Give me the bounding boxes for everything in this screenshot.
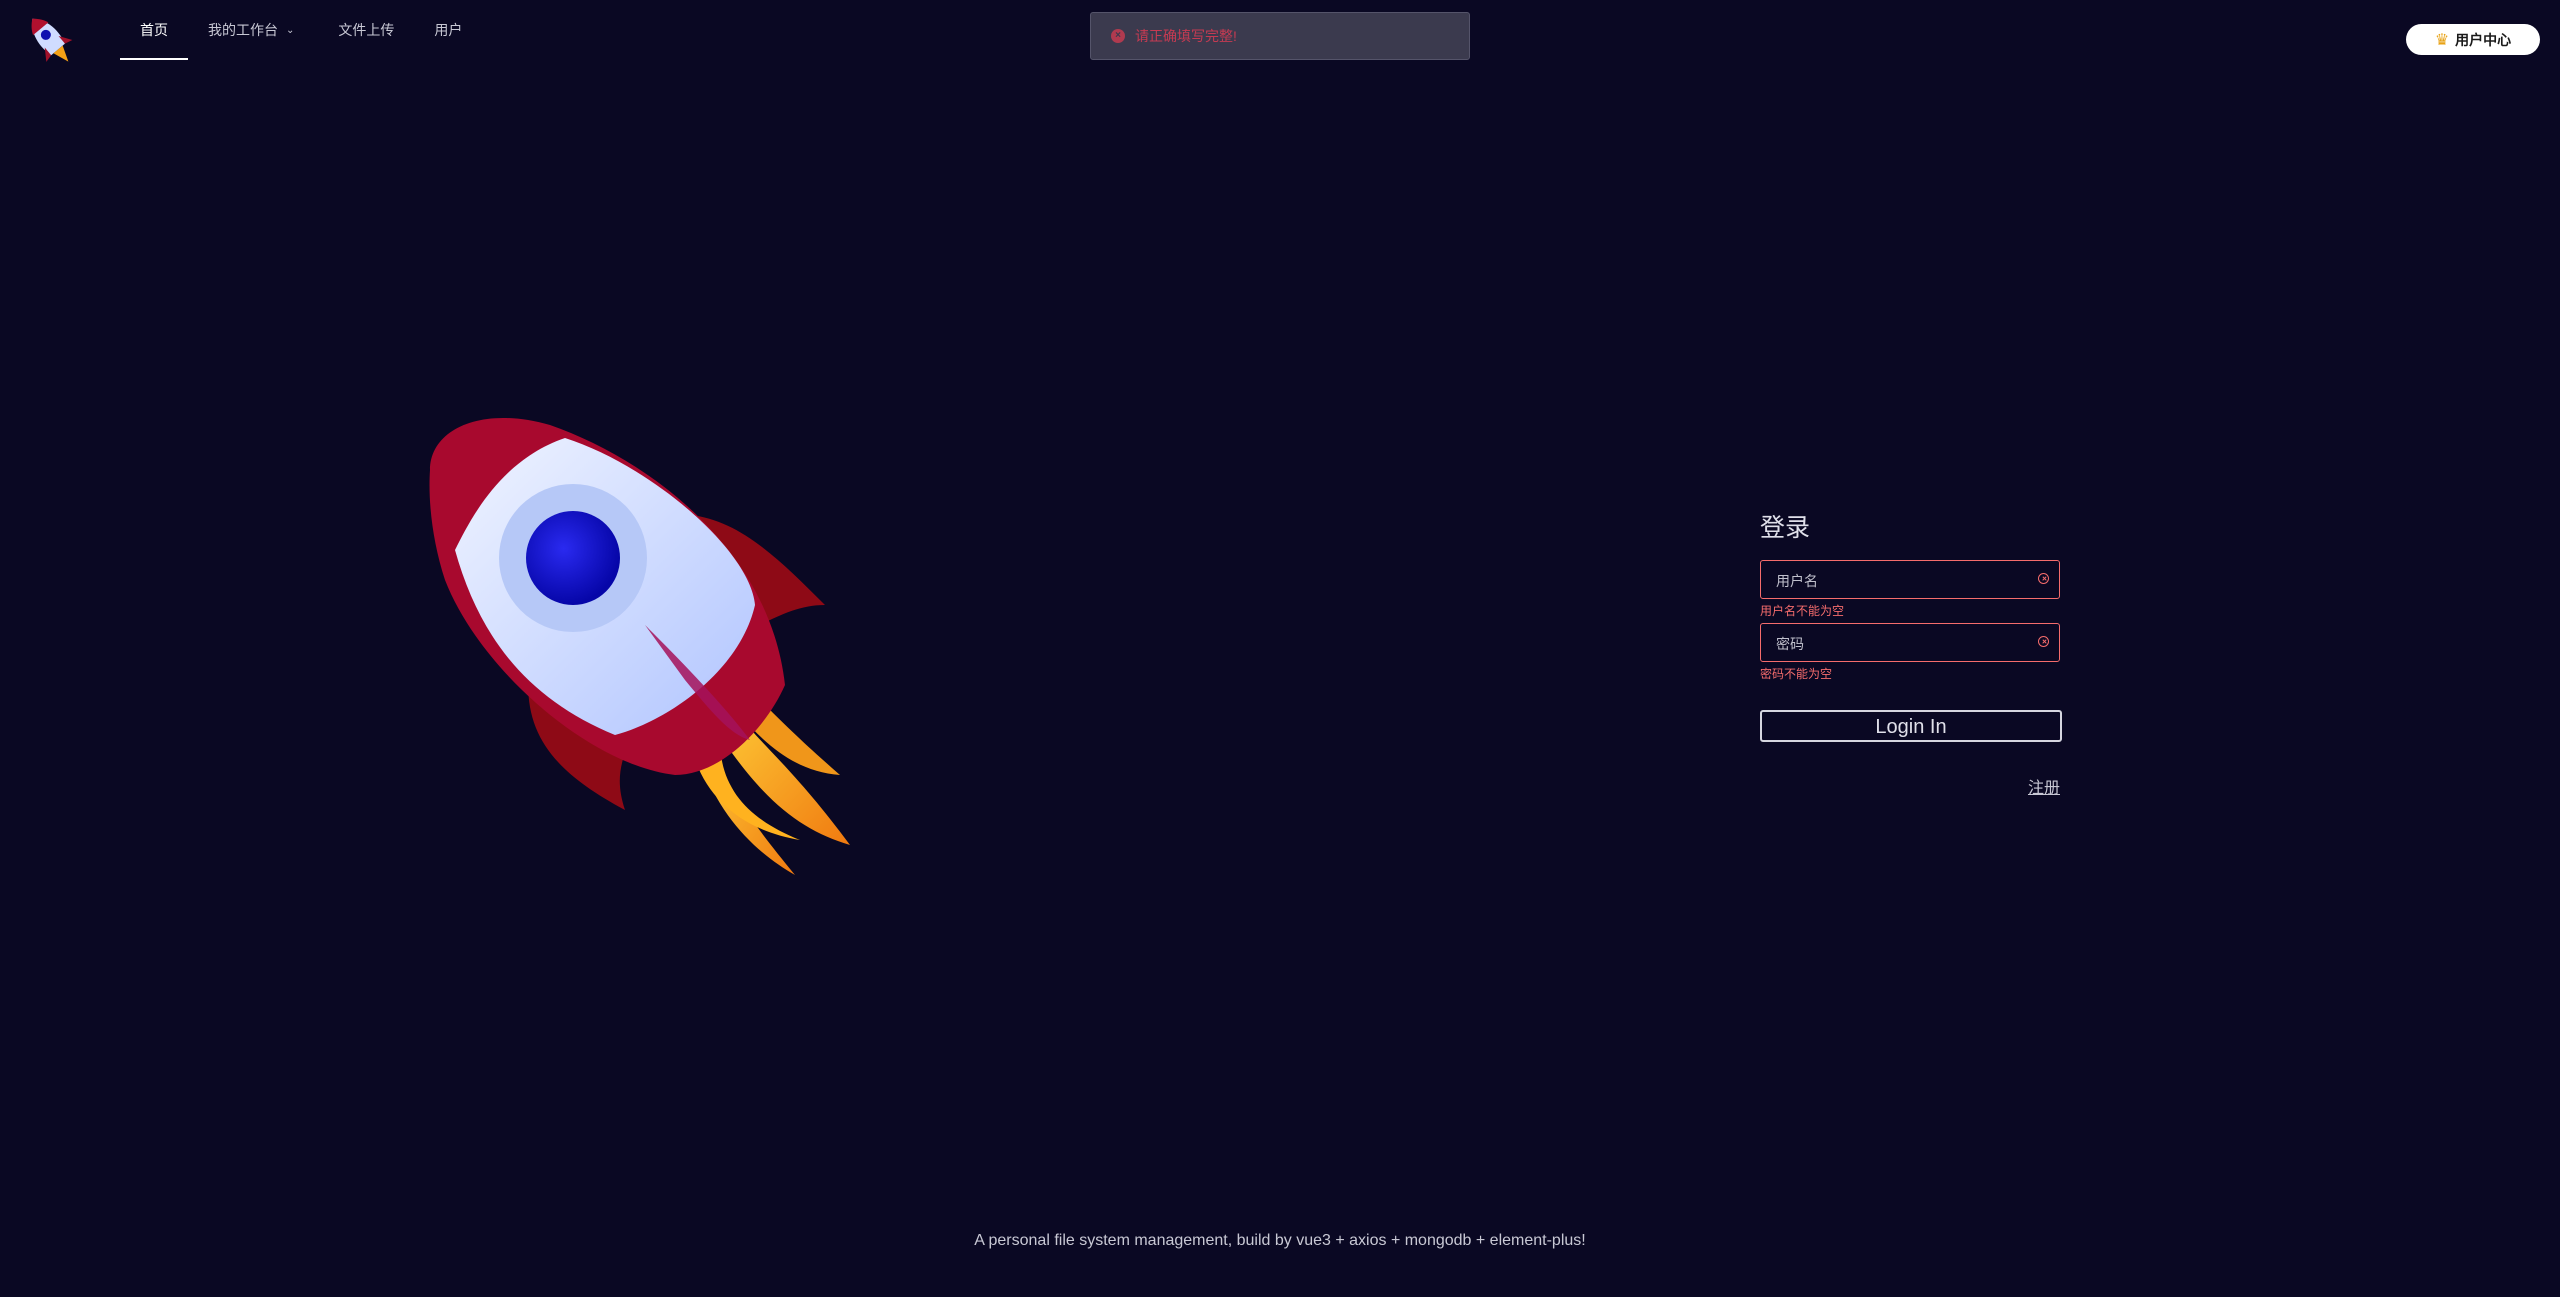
clear-circle-icon[interactable] xyxy=(2038,573,2049,584)
nav-item-home[interactable]: 首页 xyxy=(120,0,188,60)
top-header: 首页 我的工作台 ⌄ 文件上传 用户 × 请正确填写完整! ♛ 用户中心 xyxy=(0,0,2560,62)
password-error: 密码不能为空 xyxy=(1760,667,1833,681)
login-form: 登录 用户名不能为空 密码不能为空 Login In 注册 xyxy=(1760,510,2062,798)
chevron-down-icon: ⌄ xyxy=(286,25,295,37)
user-center-button[interactable]: ♛ 用户中心 xyxy=(2406,24,2540,55)
rocket-illustration xyxy=(429,417,850,875)
main-nav: 首页 我的工作台 ⌄ 文件上传 用户 xyxy=(120,0,482,60)
register-link[interactable]: 注册 xyxy=(1760,774,2062,798)
password-input[interactable] xyxy=(1761,624,2038,663)
crown-icon: ♛ xyxy=(2434,31,2450,49)
nav-item-user[interactable]: 用户 xyxy=(414,0,482,60)
username-field-wrapper xyxy=(1760,560,2060,600)
error-circle-icon: × xyxy=(1111,29,1125,43)
nav-item-workspace[interactable]: 我的工作台 ⌄ xyxy=(188,0,318,60)
error-toast: × 请正确填写完整! xyxy=(1090,12,1470,60)
username-error: 用户名不能为空 xyxy=(1760,604,1845,618)
user-center-label: 用户中心 xyxy=(2455,31,2512,48)
rocket-logo-icon[interactable] xyxy=(18,8,84,74)
toast-message: 请正确填写完整! xyxy=(1135,28,1237,44)
login-title: 登录 xyxy=(1760,514,1811,542)
nav-item-upload[interactable]: 文件上传 xyxy=(318,0,414,60)
login-button[interactable]: Login In xyxy=(1760,710,2062,742)
footer-text: A personal file system management, build… xyxy=(974,1232,1586,1249)
username-input[interactable] xyxy=(1761,561,2038,600)
clear-circle-icon[interactable] xyxy=(2038,636,2049,647)
nav-item-workspace-label: 我的工作台 xyxy=(208,22,278,38)
password-field-wrapper xyxy=(1760,623,2060,663)
